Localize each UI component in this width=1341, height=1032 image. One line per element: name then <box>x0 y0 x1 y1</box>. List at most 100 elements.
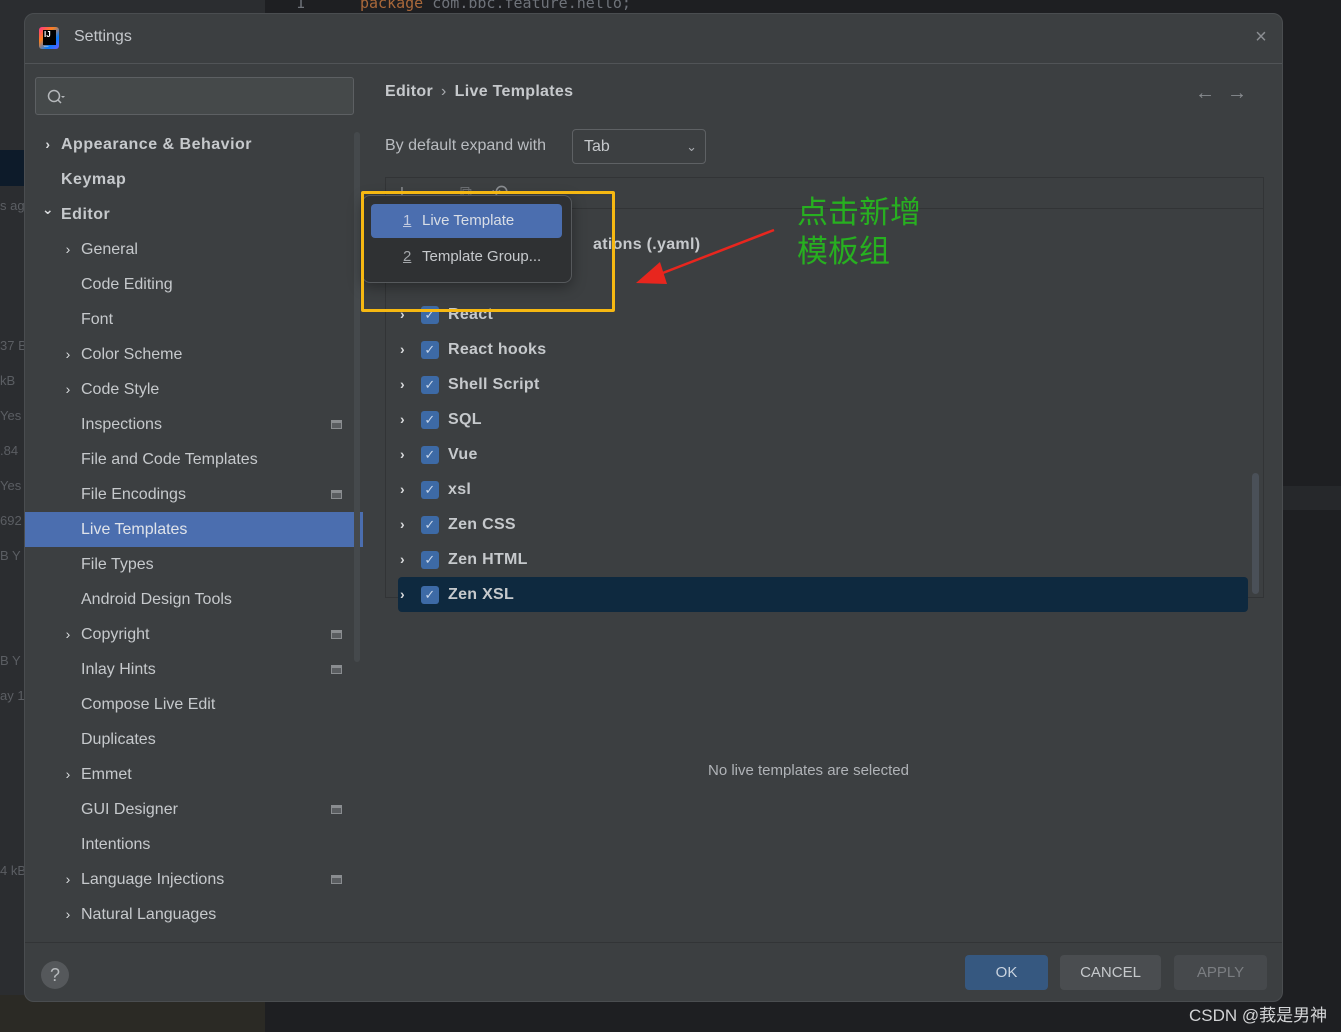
sidebar-item-label: Language Injections <box>81 871 225 888</box>
sidebar-item-code-style[interactable]: › Code Style <box>25 372 363 407</box>
template-group-row[interactable]: › ✓ React <box>398 297 1248 332</box>
sidebar-item-appearance-behavior[interactable]: › Appearance & Behavior <box>25 127 363 162</box>
bg-fragment-text: 692 <box>0 513 22 528</box>
sidebar-item-label: General <box>81 241 138 258</box>
sidebar-item-android-design-tools[interactable]: Android Design Tools <box>25 582 363 617</box>
project-scope-icon <box>331 420 342 429</box>
checkbox[interactable]: ✓ <box>421 376 439 394</box>
sidebar-item-language-injections[interactable]: › Language Injections <box>25 862 363 897</box>
template-group-row[interactable]: › ✓ Shell Script <box>398 367 1248 402</box>
popup-item-live-template[interactable]: 1 Live Template <box>371 204 562 238</box>
bg-fragment-text: kB <box>0 373 16 388</box>
search-input[interactable] <box>72 84 342 108</box>
chevron-right-icon[interactable]: › <box>61 757 75 792</box>
sidebar-item-label: Code Editing <box>81 276 173 293</box>
checkbox[interactable]: ✓ <box>421 481 439 499</box>
chevron-right-icon[interactable]: › <box>400 472 412 507</box>
chevron-right-icon[interactable]: › <box>61 232 75 267</box>
mnemonic-number: 1 <box>403 212 412 229</box>
apply-button[interactable]: APPLY <box>1174 955 1267 990</box>
sidebar-item-emmet[interactable]: › Emmet <box>25 757 363 792</box>
back-arrow-icon[interactable]: ← <box>1195 82 1215 105</box>
search-icon <box>47 89 65 104</box>
sidebar-item-label: Natural Languages <box>81 906 217 923</box>
cancel-button[interactable]: CANCEL <box>1060 955 1161 990</box>
intellij-logo-icon: IJ _ <box>39 27 59 49</box>
chevron-down-icon[interactable]: ⌄ <box>41 192 55 227</box>
template-group-row[interactable]: › ✓ Zen CSS <box>398 507 1248 542</box>
sidebar-item-reader-mode[interactable]: Reader Mode <box>25 932 363 942</box>
sidebar-item-inlay-hints[interactable]: Inlay Hints <box>25 652 363 687</box>
bg-fragment-text: Yes <box>0 408 22 423</box>
empty-detail-message: No live templates are selected <box>708 762 909 779</box>
sidebar-item-keymap[interactable]: Keymap <box>25 162 363 197</box>
dialog-footer: ? OK CANCEL APPLY <box>25 942 1282 1001</box>
breadcrumb: Editor › Live Templates <box>385 83 573 101</box>
checkbox[interactable]: ✓ <box>421 516 439 534</box>
checkbox[interactable]: ✓ <box>421 446 439 464</box>
chevron-right-icon[interactable]: › <box>400 367 412 402</box>
sidebar-item-inspections[interactable]: Inspections <box>25 407 363 442</box>
sidebar-item-font[interactable]: Font <box>25 302 363 337</box>
chevron-right-icon[interactable]: › <box>400 402 412 437</box>
sidebar-item-file-encodings[interactable]: File Encodings <box>25 477 363 512</box>
sidebar-scrollbar[interactable] <box>354 132 360 662</box>
sidebar-item-file-types[interactable]: File Types <box>25 547 363 582</box>
chevron-right-icon[interactable]: › <box>400 332 412 367</box>
sidebar-item-copyright[interactable]: › Copyright <box>25 617 363 652</box>
ok-button[interactable]: OK <box>965 955 1048 990</box>
checkbox[interactable]: ✓ <box>421 411 439 429</box>
sidebar-item-intentions[interactable]: Intentions <box>25 827 363 862</box>
settings-search[interactable] <box>35 77 354 115</box>
forward-arrow-icon[interactable]: → <box>1227 82 1247 105</box>
bg-fragment-text: Yes <box>0 478 22 493</box>
template-group-row[interactable]: › ✓ Zen HTML <box>398 542 1248 577</box>
chevron-right-icon[interactable]: › <box>400 577 412 612</box>
chevron-right-icon[interactable]: › <box>41 127 55 162</box>
sidebar-item-color-scheme[interactable]: › Color Scheme <box>25 337 363 372</box>
sidebar-item-live-templates[interactable]: Live Templates <box>25 512 363 547</box>
template-group-label: xsl <box>448 481 472 498</box>
checkbox[interactable]: ✓ <box>421 341 439 359</box>
bg-fragment-text: B Y <box>0 653 21 668</box>
chevron-right-icon[interactable]: › <box>61 862 75 897</box>
breadcrumb-editor[interactable]: Editor <box>385 83 433 100</box>
sidebar-item-gui-designer[interactable]: GUI Designer <box>25 792 363 827</box>
sidebar-item-label: Android Design Tools <box>81 591 232 608</box>
template-group-row[interactable]: › ✓ xsl <box>398 472 1248 507</box>
template-group-label: Zen XSL <box>448 586 515 603</box>
chevron-right-icon[interactable]: › <box>61 372 75 407</box>
sidebar-item-code-editing[interactable]: Code Editing <box>25 267 363 302</box>
checkbox[interactable]: ✓ <box>421 551 439 569</box>
bg-fragment-text: B Y <box>0 548 21 563</box>
breadcrumb-separator: › <box>441 83 447 100</box>
tree-scrollbar[interactable] <box>1252 473 1259 594</box>
sidebar-item-file-and-code-templates[interactable]: File and Code Templates <box>25 442 363 477</box>
chevron-right-icon[interactable]: › <box>400 542 412 577</box>
help-icon[interactable]: ? <box>41 961 69 989</box>
template-group-row[interactable]: › ✓ SQL <box>398 402 1248 437</box>
sidebar-item-editor[interactable]: ⌄ Editor <box>25 197 363 232</box>
template-group-row[interactable]: › ✓ React hooks <box>398 332 1248 367</box>
chevron-right-icon[interactable]: › <box>61 617 75 652</box>
expand-with-select[interactable]: Tab ⌄ <box>572 129 706 164</box>
settings-dialog: IJ _ Settings × › Appearance & Behavior Key… <box>24 13 1283 1002</box>
popup-item-template-group[interactable]: 2 Template Group... <box>371 240 562 274</box>
sidebar-item-natural-languages[interactable]: › Natural Languages <box>25 897 363 932</box>
chevron-right-icon[interactable]: › <box>400 507 412 542</box>
chevron-right-icon[interactable]: › <box>400 297 412 332</box>
sidebar-item-duplicates[interactable]: Duplicates <box>25 722 363 757</box>
sidebar-item-general[interactable]: › General <box>25 232 363 267</box>
chevron-right-icon[interactable]: › <box>61 337 75 372</box>
template-group-row[interactable]: › ✓ Zen XSL <box>398 577 1248 612</box>
checkbox[interactable]: ✓ <box>421 586 439 604</box>
sidebar-item-compose-live-edit[interactable]: Compose Live Edit <box>25 687 363 722</box>
code-line-number: 1 <box>296 0 306 12</box>
template-group-row[interactable]: › ✓ Vue <box>398 437 1248 472</box>
template-group-label: SQL <box>448 411 482 428</box>
project-scope-icon <box>331 665 342 674</box>
chevron-right-icon[interactable]: › <box>61 897 75 932</box>
close-icon[interactable]: × <box>1252 27 1270 47</box>
checkbox[interactable]: ✓ <box>421 306 439 324</box>
chevron-right-icon[interactable]: › <box>400 437 412 472</box>
